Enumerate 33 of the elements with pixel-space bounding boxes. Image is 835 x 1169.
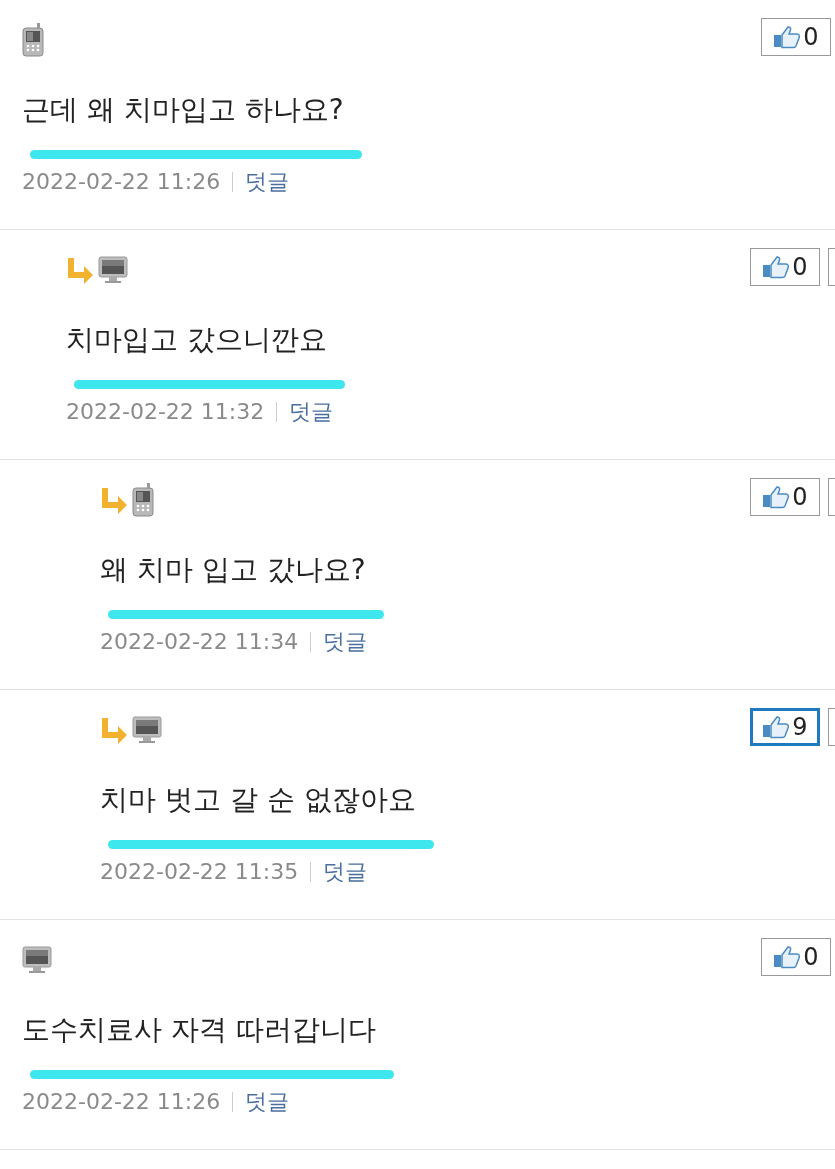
like-button[interactable]: 0 <box>750 248 820 286</box>
like-button[interactable]: 0 <box>761 938 831 976</box>
mobile-phone-icon <box>22 23 44 57</box>
reply-link[interactable]: 덧글 <box>323 857 368 887</box>
thumbs-up-icon <box>773 945 802 969</box>
thumbs-up-icon <box>762 255 791 279</box>
reply-arrow-icon <box>100 486 128 514</box>
comment-time: 2022-02-22 11:26 <box>22 168 221 196</box>
reply-link[interactable]: 덧글 <box>245 167 290 197</box>
reply-arrow-icon <box>66 256 94 284</box>
comment-text: 도수치료사 자격 따러갑니다 <box>22 1012 376 1048</box>
thumbs-up-icon <box>762 715 791 739</box>
reply-arrow-icon <box>100 716 128 744</box>
monitor-icon <box>98 256 128 284</box>
comment-time: 2022-02-22 11:34 <box>100 628 299 656</box>
monitor-icon <box>22 946 52 974</box>
comment-text: 왜 치마 입고 갔나요? <box>100 552 366 588</box>
comment-text: 치마입고 갔으니깐요 <box>66 322 327 358</box>
monitor-icon <box>132 716 162 744</box>
comment-time: 2022-02-22 11:35 <box>100 858 299 886</box>
reply-link[interactable]: 덧글 <box>323 627 368 657</box>
like-button[interactable]: 0 <box>761 18 831 56</box>
mobile-phone-icon <box>132 483 154 517</box>
comment-time: 2022-02-22 11:32 <box>66 398 265 426</box>
like-button[interactable]: 0 <box>750 478 820 516</box>
comment-time: 2022-02-22 11:26 <box>22 1088 221 1116</box>
thumbs-up-icon <box>773 25 802 49</box>
thumbs-up-icon <box>762 485 791 509</box>
like-button[interactable]: 9 <box>750 708 820 746</box>
comment-text: 치마 벗고 갈 순 없잖아요 <box>100 782 416 818</box>
comment-text: 근데 왜 치마입고 하나요? <box>22 92 344 128</box>
reply-link[interactable]: 덧글 <box>289 397 334 427</box>
reply-link[interactable]: 덧글 <box>245 1087 290 1117</box>
